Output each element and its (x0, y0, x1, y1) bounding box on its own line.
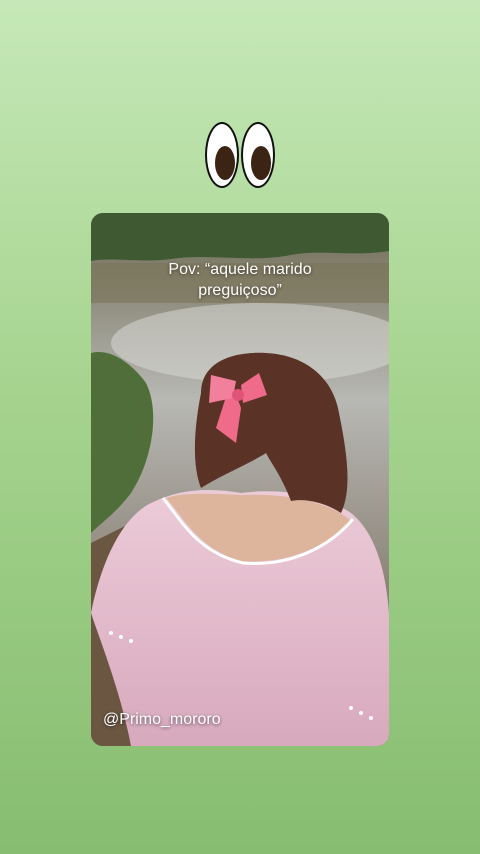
video-caption: Pov: “aquele marido preguiçoso” (168, 261, 312, 299)
username-label[interactable]: @Primo_mororo (103, 711, 221, 729)
left-eye-icon (205, 122, 239, 188)
video-card[interactable]: Pov: “aquele marido preguiçoso” @Primo_m… (91, 213, 389, 746)
googly-eyes-icon (205, 122, 277, 192)
right-eye-icon (241, 122, 275, 188)
